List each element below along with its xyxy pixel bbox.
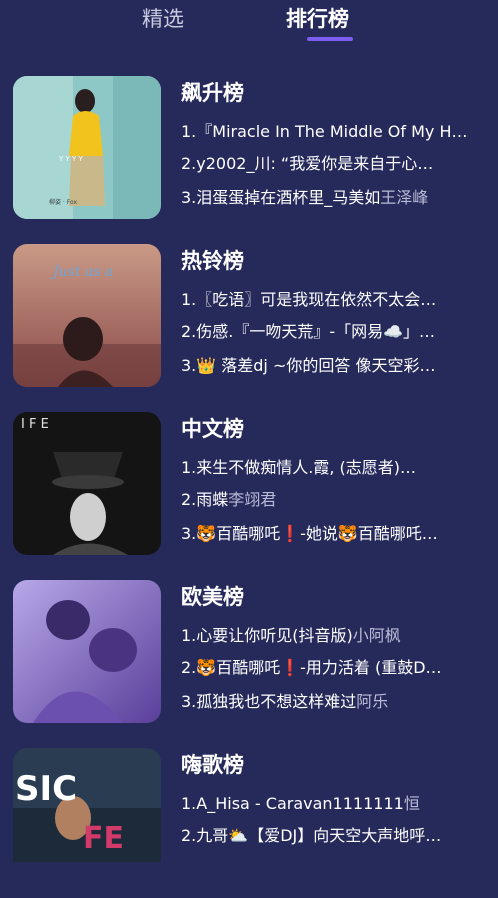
track-artist: 李翊君 [228, 490, 277, 509]
track-title: 1.『Miracle In The Middle Of My H… [181, 122, 468, 141]
track-artist: 王泽峰 [380, 188, 429, 207]
track-line: 3.孤独我也不想这样难过阿乐 [181, 690, 491, 714]
track-line: 2.伤感.『一吻天荒』-「网易☁️」… [181, 320, 491, 344]
track-title: 3.🐯百酷哪吒❗-她说🐯百酷哪吒… [181, 524, 438, 543]
track-title: 1.A_Hisa - Caravan1111111 [181, 794, 404, 813]
cover-text: Y Y Y Y [58, 155, 84, 163]
chart-cover-image [13, 580, 161, 723]
track-title: 2.伤感.『一吻天荒』-「网易☁️」… [181, 322, 436, 341]
track-title: 2.雨蝶 [181, 490, 229, 509]
chart-title: 飙升榜 [181, 81, 244, 105]
track-artist: 小阿枫 [352, 626, 401, 645]
cover-caption: 柳姿 · Fox [49, 198, 77, 206]
chart-title: 欧美榜 [181, 585, 244, 609]
tab-bar: 精选 排行榜 [0, 0, 498, 52]
chart-item-hot-ringtone[interactable]: Just as a 热铃榜 1.〖吃语〗可是我现在依然不太会… 2.伤感.『一吻… [0, 244, 498, 394]
cover-text: I F E [21, 417, 49, 432]
track-line: 1.A_Hisa - Caravan1111111恒 [181, 792, 491, 816]
track-title: 2.y2002_川: “我爱你是来自于心… [181, 154, 434, 173]
chart-cover-image: SIC FE [13, 748, 161, 862]
chart-cover-image: Y Y Y Y 柳姿 · Fox [13, 76, 161, 219]
track-line: 1.来生不做痴情人.霞, (志愿者)… [181, 456, 491, 480]
track-line: 2.🐯百酷哪吒❗-用力活着 (重鼓D… [181, 656, 491, 680]
track-line: 2.雨蝶李翊君 [181, 488, 491, 512]
chart-title: 嗨歌榜 [181, 753, 244, 777]
track-title: 1.来生不做痴情人.霞, (志愿者)… [181, 458, 417, 477]
cover-caption: FE [83, 821, 124, 856]
track-line: 1.〖吃语〗可是我现在依然不太会… [181, 288, 491, 312]
track-line: 2.九哥⛅【爱DJ】向天空大声地呼… [181, 824, 491, 848]
track-line: 3.🐯百酷哪吒❗-她说🐯百酷哪吒… [181, 522, 491, 546]
track-title: 3.泪蛋蛋掉在酒杯里_马美如 [181, 188, 381, 207]
cover-text: SIC [15, 769, 77, 809]
track-line: 3.泪蛋蛋掉在酒杯里_马美如王泽峰 [181, 186, 491, 210]
chart-item-chinese[interactable]: I F E 中文榜 1.来生不做痴情人.霞, (志愿者)… 2.雨蝶李翊君 3.… [0, 412, 498, 562]
tab-charts[interactable]: 排行榜 [286, 4, 349, 34]
track-title: 3.👑 落差dj ~你的回答 像天空彩… [181, 356, 436, 375]
chart-title: 中文榜 [181, 417, 244, 441]
cover-text: Just as a [50, 264, 113, 280]
chart-cover-image: Just as a [13, 244, 161, 387]
track-line: 3.👑 落差dj ~你的回答 像天空彩… [181, 354, 491, 378]
track-artist: 阿乐 [356, 692, 389, 711]
track-line: 1.心要让你听见(抖音版)小阿枫 [181, 624, 491, 648]
chart-cover-image: I F E [13, 412, 161, 555]
chart-item-western[interactable]: 欧美榜 1.心要让你听见(抖音版)小阿枫 2.🐯百酷哪吒❗-用力活着 (重鼓D…… [0, 580, 498, 730]
active-tab-indicator [307, 37, 353, 41]
track-title: 1.〖吃语〗可是我现在依然不太会… [181, 290, 437, 309]
track-title: 1.心要让你听见(抖音版) [181, 626, 353, 645]
chart-item-party[interactable]: SIC FE 嗨歌榜 1.A_Hisa - Caravan1111111恒 2.… [0, 748, 498, 898]
chart-title: 热铃榜 [181, 249, 244, 273]
track-title: 2.🐯百酷哪吒❗-用力活着 (重鼓D… [181, 658, 442, 677]
track-line: 2.y2002_川: “我爱你是来自于心… [181, 152, 491, 176]
chart-item-soaring[interactable]: Y Y Y Y 柳姿 · Fox 飙升榜 1.『Miracle In The M… [0, 76, 498, 226]
track-line: 1.『Miracle In The Middle Of My H… [181, 120, 491, 144]
tab-featured[interactable]: 精选 [142, 4, 184, 34]
track-title: 3.孤独我也不想这样难过 [181, 692, 357, 711]
track-artist: 恒 [403, 794, 420, 813]
track-title: 2.九哥⛅【爱DJ】向天空大声地呼… [181, 826, 442, 845]
